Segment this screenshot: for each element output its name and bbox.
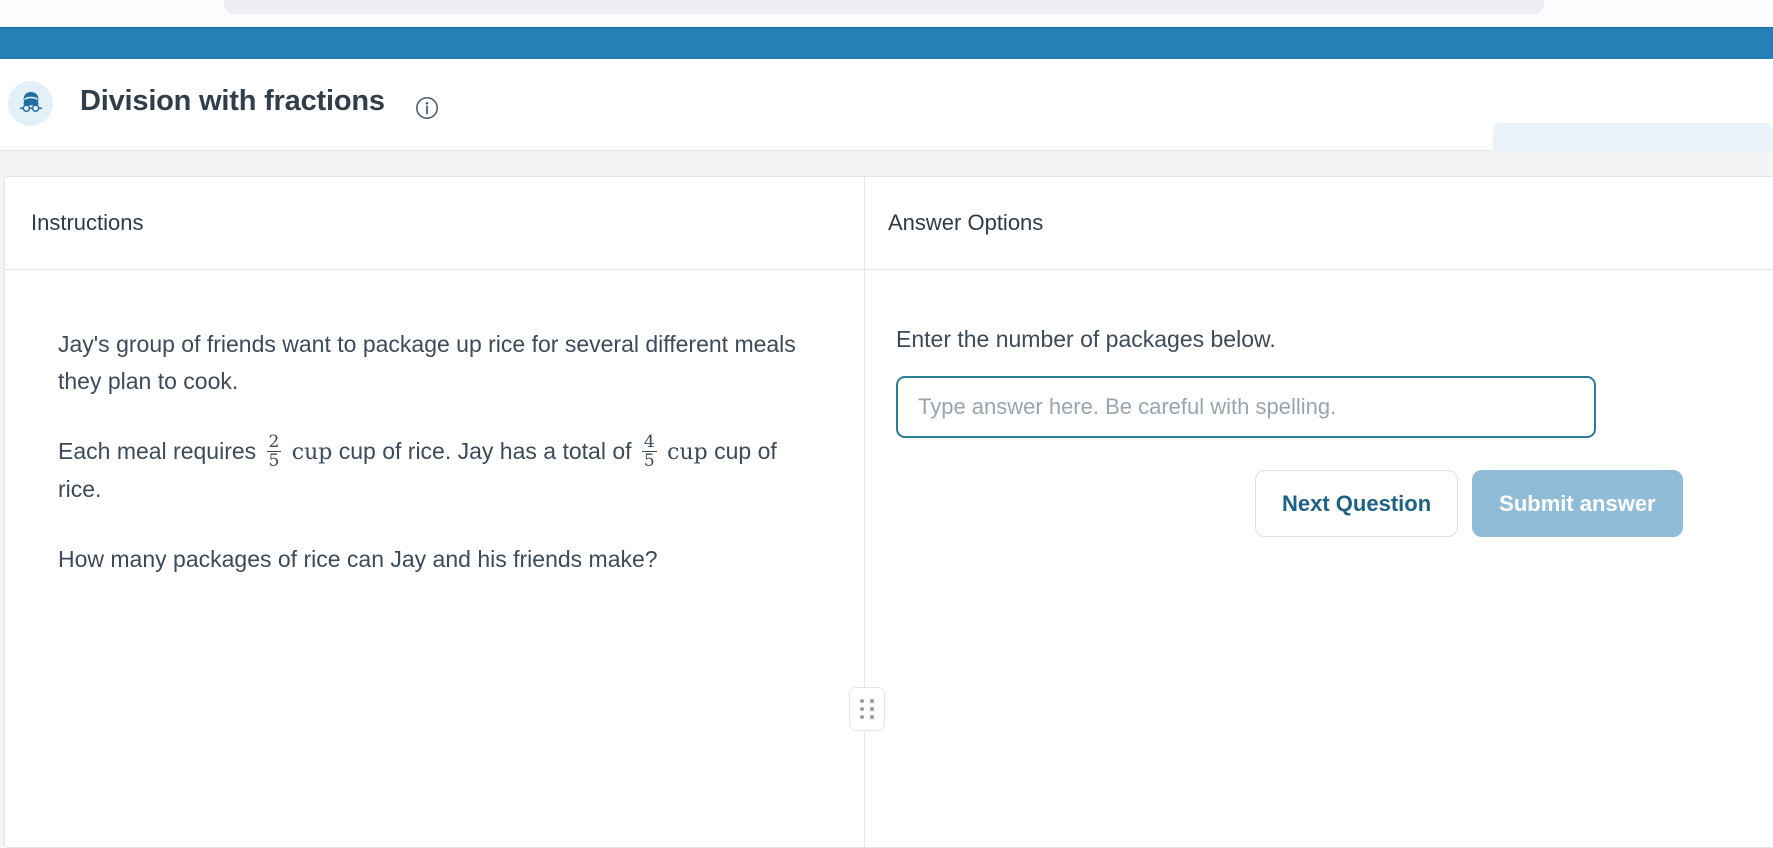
fraction-numerator: 2 [268,432,280,453]
answer-actions: Next Question Submit answer [1255,470,1773,537]
answer-input[interactable] [896,376,1596,438]
p2-text-middle: cup of rice. Jay has a total of [338,437,632,464]
split-panels: Instructions Jay's group of friends want… [4,176,1773,848]
submit-answer-button[interactable]: Submit answer [1472,470,1683,537]
question-text: Jay's group of friends want to package u… [58,326,818,578]
app-header: Division with fractions Question 3 / 10 [0,59,1773,205]
top-strip [0,0,1773,27]
instructions-body: Jay's group of friends want to package u… [5,270,864,578]
page-title: Division with fractions [80,85,385,117]
info-circle-icon[interactable] [415,96,439,120]
student-face-glasses-avatar[interactable] [8,81,53,126]
answer-options-body: Enter the number of packages below. Next… [865,270,1773,537]
drag-grip-dots-icon[interactable] [849,687,885,731]
p2-unit-b: cup [667,439,708,465]
top-pill-bar [224,0,1544,14]
answer-options-panel: Answer Options Enter the number of packa… [864,177,1773,847]
grip-dots [859,699,875,719]
fraction-two-fifths: 2 5 [266,432,282,472]
fraction-numerator: 4 [643,432,655,453]
content-area: Instructions Jay's group of friends want… [0,151,1773,848]
answer-prompt: Enter the number of packages below. [896,326,1276,352]
question-paragraph-3: How many packages of rice can Jay and hi… [58,545,658,572]
instructions-panel: Instructions Jay's group of friends want… [5,177,864,847]
instructions-heading: Instructions [5,177,864,270]
p2-unit-a: cup [291,439,333,465]
answer-options-heading: Answer Options [865,177,1773,270]
question-paragraph-2: Each meal requires 2 5 cup cup of rice. … [58,433,818,509]
fraction-denominator: 5 [266,451,282,472]
blue-accent-bar [0,27,1773,59]
assignment-page: Division with fractions Question 3 / 10 [0,0,1773,848]
fraction-four-fifths: 4 5 [641,432,657,472]
p2-text-before: Each meal requires [58,437,257,464]
fraction-denominator: 5 [641,451,657,472]
next-question-button[interactable]: Next Question [1255,470,1459,537]
question-paragraph-1: Jay's group of friends want to package u… [58,331,796,395]
